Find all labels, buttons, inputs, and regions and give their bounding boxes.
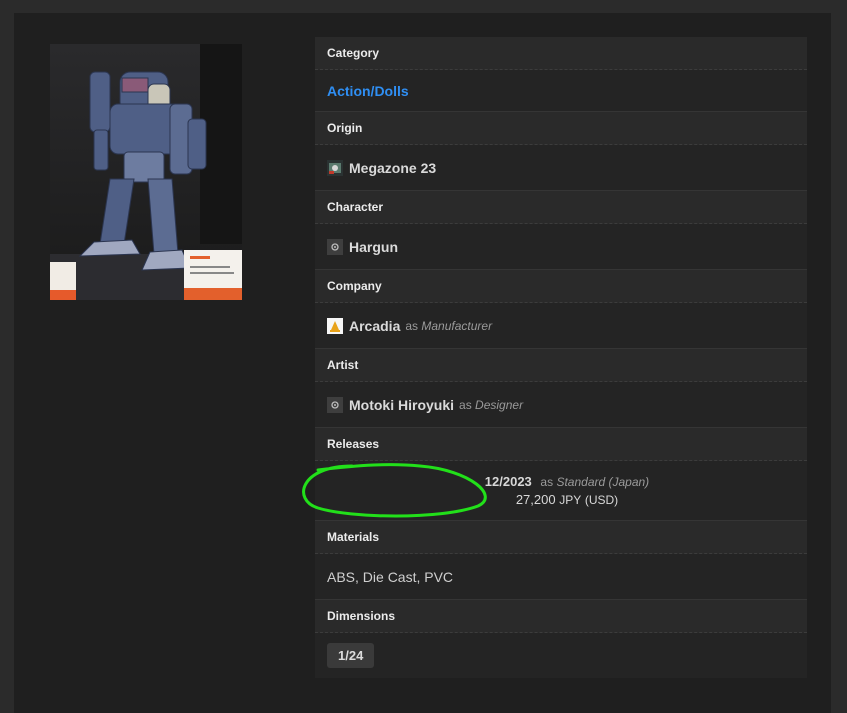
placeholder-icon (327, 238, 343, 255)
materials-value: ABS, Die Cast, PVC (327, 568, 454, 585)
artist-link[interactable]: Motoki Hiroyuki (349, 397, 454, 413)
release-edition: as Standard (Japan) (540, 475, 650, 489)
scale-badge[interactable]: 1/24 (327, 643, 375, 668)
artist-header: Artist (315, 349, 807, 382)
materials-row: ABS, Die Cast, PVC (315, 554, 807, 600)
item-details: Category Action/Dolls Origin Megazone 23… (315, 37, 807, 678)
dimensions-row: 1/24 (315, 633, 807, 678)
product-photo[interactable] (50, 44, 242, 300)
character-row: Hargun (315, 224, 807, 270)
materials-header: Materials (315, 521, 807, 554)
releases-header: Releases (315, 428, 807, 461)
category-row: Action/Dolls (315, 70, 807, 112)
release-currency: JPY (559, 493, 582, 507)
company-link[interactable]: Arcadia (349, 318, 400, 334)
company-role: as Manufacturer (405, 318, 493, 333)
character-link[interactable]: Hargun (349, 239, 398, 255)
placeholder-icon (327, 396, 343, 413)
company-header: Company (315, 270, 807, 303)
origin-link[interactable]: Megazone 23 (349, 160, 436, 176)
character-header: Character (315, 191, 807, 224)
origin-row: Megazone 23 (315, 145, 807, 191)
release-price-line: 27,200 JPY (USD) (516, 492, 618, 507)
artist-role: as Designer (459, 397, 524, 412)
category-link[interactable]: Action/Dolls (327, 83, 409, 99)
release-date[interactable]: 12/2023 (485, 474, 532, 489)
artist-row: Motoki Hiroyuki as Designer (315, 382, 807, 428)
company-logo-icon[interactable] (327, 317, 343, 334)
release-price: 27,200 (515, 492, 556, 507)
dimensions-header: Dimensions (315, 600, 807, 633)
release-row: 12/2023 as Standard (Japan) 27,200 JPY (… (315, 461, 807, 521)
release-date-line: 12/2023 as Standard (Japan) (485, 474, 649, 489)
currency-convert-link[interactable]: (USD) (585, 493, 618, 507)
origin-header: Origin (315, 112, 807, 145)
series-thumbnail-icon[interactable] (327, 159, 343, 176)
company-row: Arcadia as Manufacturer (315, 303, 807, 349)
category-header: Category (315, 37, 807, 70)
